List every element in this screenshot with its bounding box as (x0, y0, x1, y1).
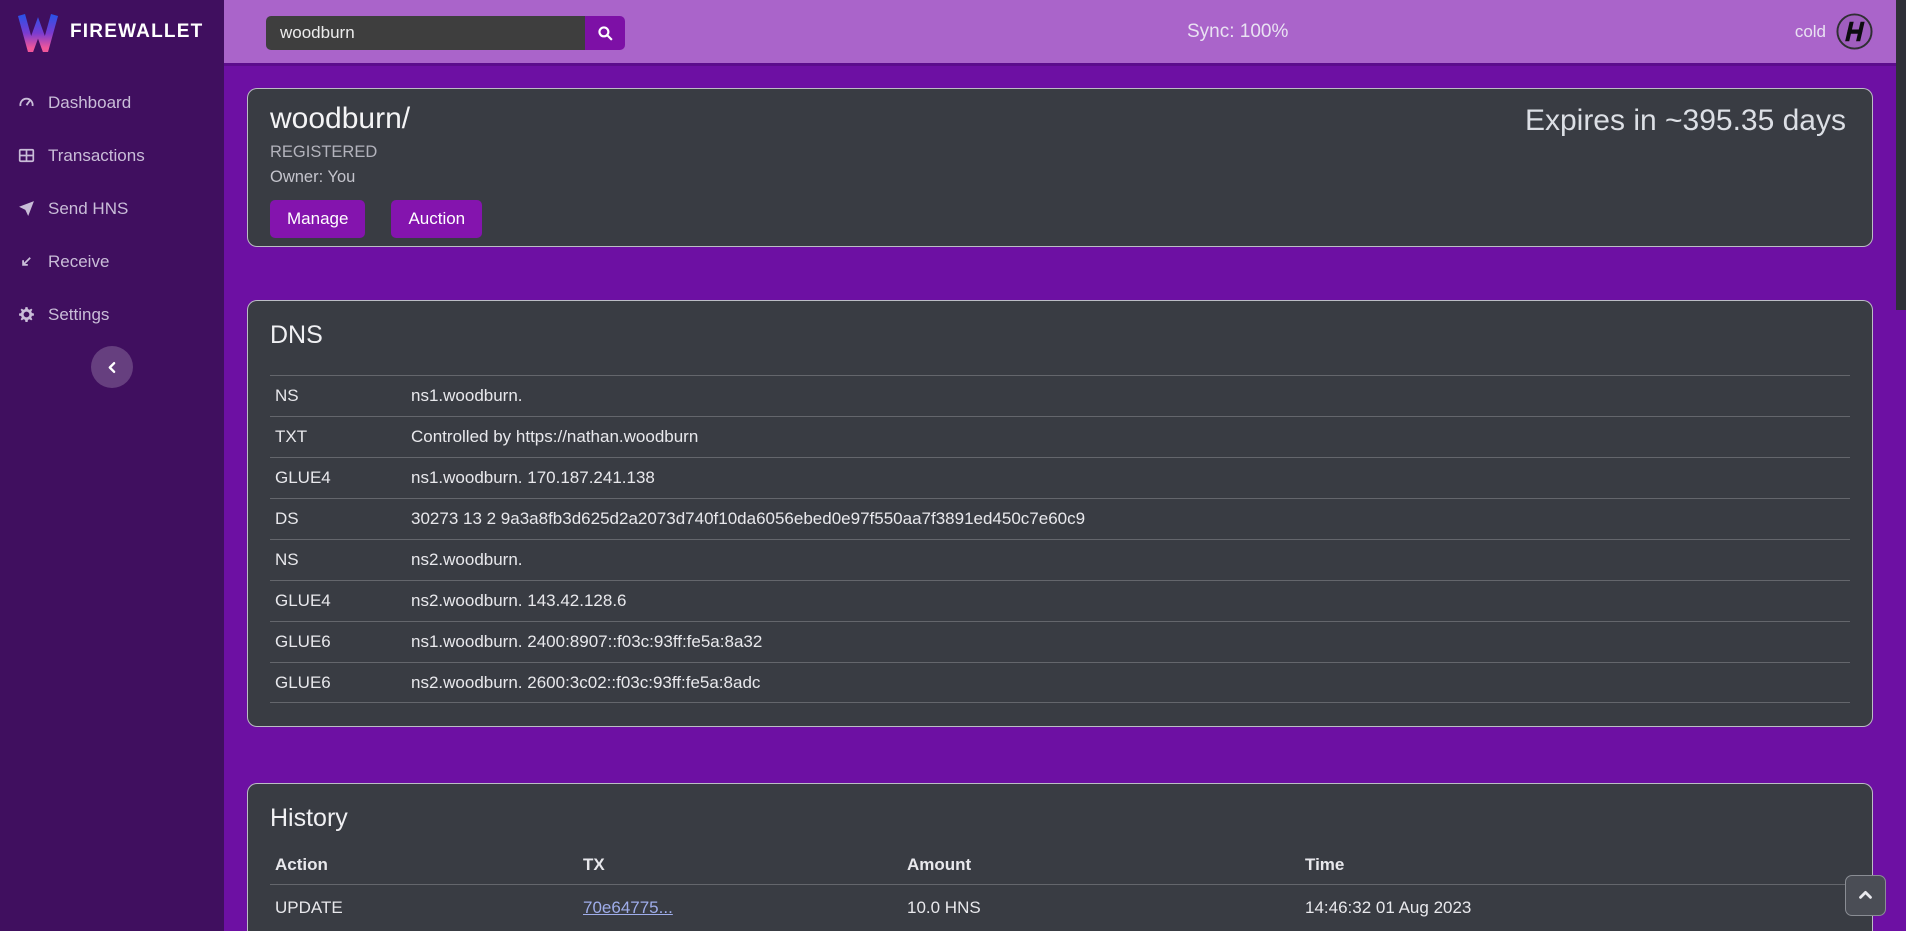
sidebar-nav: Dashboard Transactions Send HNS Receive … (0, 76, 224, 341)
wallet-group: cold (1795, 0, 1874, 63)
scroll-to-top-button[interactable] (1845, 875, 1886, 916)
chevron-left-icon (106, 361, 119, 374)
sidebar-item-receive[interactable]: Receive (0, 235, 224, 288)
dns-record-type: NS (275, 550, 411, 570)
brand-title: FIREWALLET (70, 21, 203, 43)
history-row: UPDATE 70e64775... 10.0 HNS 14:46:32 01 … (270, 884, 1850, 931)
expires-label: Expires in ~395.35 days (1525, 104, 1846, 138)
sidebar-item-settings[interactable]: Settings (0, 288, 224, 341)
dns-title: DNS (270, 321, 1850, 350)
paper-plane-icon (18, 200, 35, 217)
dns-record-value: ns1.woodburn. 2400:8907::f03c:93ff:fe5a:… (411, 632, 1850, 652)
dns-record-row: NS ns2.woodburn. (270, 539, 1850, 580)
sidebar-item-dashboard[interactable]: Dashboard (0, 76, 224, 129)
dns-record-row: GLUE4 ns1.woodburn. 170.187.241.138 (270, 457, 1850, 498)
handshake-logo-icon[interactable] (1835, 12, 1874, 51)
dns-card: DNS NS ns1.woodburn. TXT Controlled by h… (247, 300, 1873, 727)
sidebar-collapse-button[interactable] (91, 346, 133, 388)
search-group (266, 16, 625, 50)
history-time: 14:46:32 01 Aug 2023 (1305, 898, 1850, 918)
wallet-name: cold (1795, 22, 1826, 42)
sync-status: Sync: 100% (1187, 0, 1288, 63)
firewallet-logo-icon (16, 11, 60, 52)
dns-record-row: GLUE6 ns1.woodburn. 2400:8907::f03c:93ff… (270, 621, 1850, 662)
search-input[interactable] (266, 16, 585, 50)
dns-record-value: ns2.woodburn. 143.42.128.6 (411, 591, 1850, 611)
dns-record-type: GLUE4 (275, 591, 411, 611)
sidebar-item-label: Send HNS (48, 199, 128, 219)
auction-button[interactable]: Auction (391, 200, 482, 238)
domain-actions: Manage Auction (270, 200, 1850, 238)
history-col-tx: TX (583, 855, 907, 875)
search-button[interactable] (585, 16, 625, 50)
dns-record-value: 30273 13 2 9a3a8fb3d625d2a2073d740f10da6… (411, 509, 1850, 529)
dns-record-type: NS (275, 386, 411, 406)
dns-record-type: TXT (275, 427, 411, 447)
dns-record-type: DS (275, 509, 411, 529)
domain-card: woodburn/ REGISTERED Owner: You Manage A… (247, 88, 1873, 247)
history-col-amount: Amount (907, 855, 1305, 875)
dns-record-value: ns2.woodburn. 2600:3c02::f03c:93ff:fe5a:… (411, 673, 1850, 693)
chevron-up-icon (1858, 888, 1873, 903)
dns-record-value: ns1.woodburn. (411, 386, 1850, 406)
dns-record-value: ns2.woodburn. (411, 550, 1850, 570)
dns-record-value: Controlled by https://nathan.woodburn (411, 427, 1850, 447)
history-amount: 10.0 HNS (907, 898, 1305, 918)
manage-button[interactable]: Manage (270, 200, 365, 238)
sidebar: FIREWALLET Dashboard Transactions Send H… (0, 0, 224, 931)
sidebar-item-label: Settings (48, 305, 109, 325)
gear-icon (18, 306, 35, 323)
history-col-action: Action (275, 855, 583, 875)
sidebar-item-label: Receive (48, 252, 109, 272)
history-card: History Action TX Amount Time UPDATE 70e… (247, 783, 1873, 931)
topbar: Sync: 100% cold (224, 0, 1906, 66)
sidebar-item-send-hns[interactable]: Send HNS (0, 182, 224, 235)
gauge-icon (18, 94, 35, 111)
dns-record-type: GLUE4 (275, 468, 411, 488)
scrollbar-thumb[interactable] (1896, 0, 1906, 310)
sidebar-item-label: Transactions (48, 146, 145, 166)
history-action: UPDATE (275, 898, 583, 918)
dns-record-type: GLUE6 (275, 673, 411, 693)
history-col-time: Time (1305, 855, 1850, 875)
dns-record-row: TXT Controlled by https://nathan.woodbur… (270, 416, 1850, 457)
brand: FIREWALLET (0, 0, 224, 60)
history-header-row: Action TX Amount Time (270, 846, 1850, 884)
history-title: History (270, 804, 1850, 833)
arrow-down-left-icon (18, 253, 35, 270)
dns-record-value: ns1.woodburn. 170.187.241.138 (411, 468, 1850, 488)
main-area: Sync: 100% cold woodburn/ REGISTERED Own… (224, 0, 1906, 931)
dns-table: NS ns1.woodburn. TXT Controlled by https… (270, 375, 1850, 703)
domain-owner: Owner: You (270, 168, 1850, 187)
tx-link[interactable]: 70e64775... (583, 898, 673, 917)
dns-record-row: GLUE4 ns2.woodburn. 143.42.128.6 (270, 580, 1850, 621)
dns-record-row: DS 30273 13 2 9a3a8fb3d625d2a2073d740f10… (270, 498, 1850, 539)
dns-record-row: NS ns1.woodburn. (270, 375, 1850, 416)
sidebar-item-transactions[interactable]: Transactions (0, 129, 224, 182)
dns-record-row: GLUE6 ns2.woodburn. 2600:3c02::f03c:93ff… (270, 662, 1850, 703)
domain-status: REGISTERED (270, 143, 1850, 162)
dns-record-type: GLUE6 (275, 632, 411, 652)
page-content: woodburn/ REGISTERED Owner: You Manage A… (224, 66, 1896, 931)
search-icon (597, 25, 614, 42)
sidebar-item-label: Dashboard (48, 93, 131, 113)
table-icon (18, 147, 35, 164)
